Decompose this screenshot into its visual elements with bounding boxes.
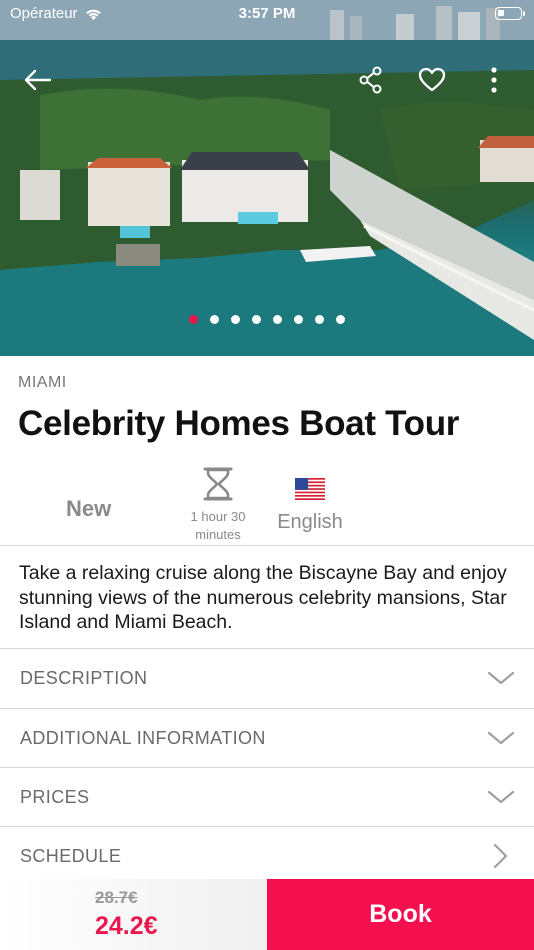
share-icon (359, 66, 382, 94)
more-vertical-icon (491, 67, 497, 93)
duration-line-1: 1 hour 30 (190, 509, 246, 524)
heart-icon (418, 67, 446, 92)
carousel-pagination[interactable] (0, 315, 534, 324)
section-label: PRICES (20, 787, 90, 807)
chevron-down-icon (487, 790, 515, 804)
page-title: Celebrity Homes Boat Tour (18, 404, 460, 443)
section-label: SCHEDULE (20, 846, 122, 866)
divider (0, 545, 534, 546)
book-button[interactable]: Book (267, 879, 534, 950)
duration-info: 1 hour 30 minutes (180, 466, 256, 543)
duration-line-2: minutes (195, 527, 241, 542)
language-label: English (277, 511, 343, 533)
section-description[interactable]: DESCRIPTION (0, 649, 534, 708)
carousel-dot[interactable] (210, 315, 219, 324)
us-flag-icon (295, 478, 325, 500)
carousel-dot[interactable] (252, 315, 261, 324)
section-prices[interactable]: PRICES (0, 768, 534, 827)
tour-summary: Take a relaxing cruise along the Biscayn… (19, 562, 507, 633)
carousel-dot[interactable] (294, 315, 303, 324)
city-label: MIAMI (18, 374, 67, 391)
more-options-button[interactable] (476, 62, 512, 98)
chevron-down-icon (487, 731, 515, 745)
battery-icon (495, 7, 525, 20)
chevron-down-icon (487, 671, 515, 685)
carousel-dot[interactable] (336, 315, 345, 324)
section-schedule[interactable]: SCHEDULE (0, 827, 534, 886)
carousel-dot[interactable] (273, 315, 282, 324)
carousel-dot[interactable] (315, 315, 324, 324)
section-additional-information[interactable]: ADDITIONAL INFORMATION (0, 709, 534, 768)
aerial-photo (0, 0, 534, 356)
booking-bar: 28.7€ 24.2€ Book (0, 879, 534, 950)
carousel-dot[interactable] (231, 315, 240, 324)
new-badge: New (66, 496, 112, 521)
tour-meta: New 1 hour 30 minutes English (0, 462, 534, 546)
section-label: DESCRIPTION (20, 668, 148, 688)
hero-image[interactable]: Opérateur 3:57 PM (0, 0, 534, 356)
discounted-price: 24.2€ (95, 912, 158, 940)
share-button[interactable] (353, 62, 389, 98)
language-info: English (270, 478, 350, 534)
status-time: 3:57 PM (238, 5, 296, 22)
status-bar: Opérateur 3:57 PM (0, 0, 534, 30)
hourglass-icon (203, 467, 233, 501)
section-label: ADDITIONAL INFORMATION (20, 728, 266, 748)
price-box: 28.7€ 24.2€ (0, 879, 267, 950)
favorite-button[interactable] (414, 62, 450, 98)
chevron-right-icon (493, 844, 508, 868)
carousel-dot[interactable] (189, 315, 198, 324)
back-button[interactable] (20, 62, 56, 98)
original-price: 28.7€ (95, 888, 138, 907)
arrow-left-icon (24, 69, 52, 91)
